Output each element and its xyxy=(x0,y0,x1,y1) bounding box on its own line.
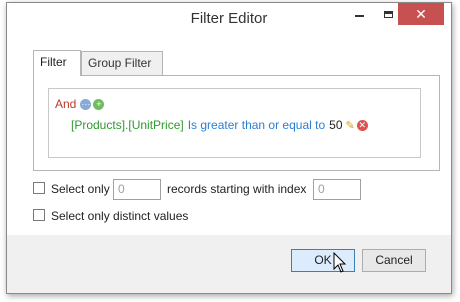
edit-pencil-icon[interactable]: ✎ xyxy=(346,119,355,132)
mouse-cursor-icon xyxy=(333,252,347,273)
filter-tree: And ··· + [Products].[UnitPrice] Is grea… xyxy=(48,88,421,158)
group-node: And ··· + xyxy=(55,97,106,111)
group-options-icon[interactable]: ··· xyxy=(80,98,92,110)
maximize-icon xyxy=(383,10,393,18)
distinct-row: Select only distinct values xyxy=(33,207,333,225)
condition-value[interactable]: 50 xyxy=(329,118,342,132)
add-condition-icon[interactable]: + xyxy=(93,98,105,110)
tab-filter-label: Filter xyxy=(40,55,67,69)
condition-field[interactable]: [Products].[UnitPrice] xyxy=(71,118,184,132)
select-only-count-input[interactable]: 0 xyxy=(113,179,161,200)
tab-filter[interactable]: Filter xyxy=(33,50,81,76)
close-icon: ✕ xyxy=(415,5,427,22)
minimize-icon xyxy=(354,15,364,17)
select-only-label: Select only xyxy=(51,182,110,196)
filter-editor-window: Filter Editor ✕ Filter Group Filter And … xyxy=(6,2,452,294)
tab-group-filter-label: Group Filter xyxy=(88,56,152,70)
condition-node: [Products].[UnitPrice] Is greater than o… xyxy=(71,118,370,132)
dialog-footer: OK Cancel xyxy=(7,235,451,293)
title-bar: Filter Editor ✕ xyxy=(7,3,451,35)
select-only-checkbox[interactable] xyxy=(33,182,45,194)
distinct-values-label: Select only distinct values xyxy=(51,209,189,223)
condition-operator[interactable]: Is greater than or equal to xyxy=(188,118,325,132)
select-only-row: Select only 0 records starting with inde… xyxy=(33,179,433,201)
cancel-button[interactable]: Cancel xyxy=(362,249,426,272)
remove-condition-icon[interactable]: ✕ xyxy=(356,119,368,131)
filter-tab-panel: And ··· + [Products].[UnitPrice] Is grea… xyxy=(33,75,440,171)
group-operator[interactable]: And xyxy=(55,97,76,111)
minimize-button[interactable] xyxy=(344,3,374,25)
start-index-input[interactable]: 0 xyxy=(313,179,361,200)
close-button[interactable]: ✕ xyxy=(398,3,444,25)
tab-group-filter[interactable]: Group Filter xyxy=(81,51,163,75)
records-label: records starting with index xyxy=(167,182,307,196)
distinct-values-checkbox[interactable] xyxy=(33,209,45,221)
